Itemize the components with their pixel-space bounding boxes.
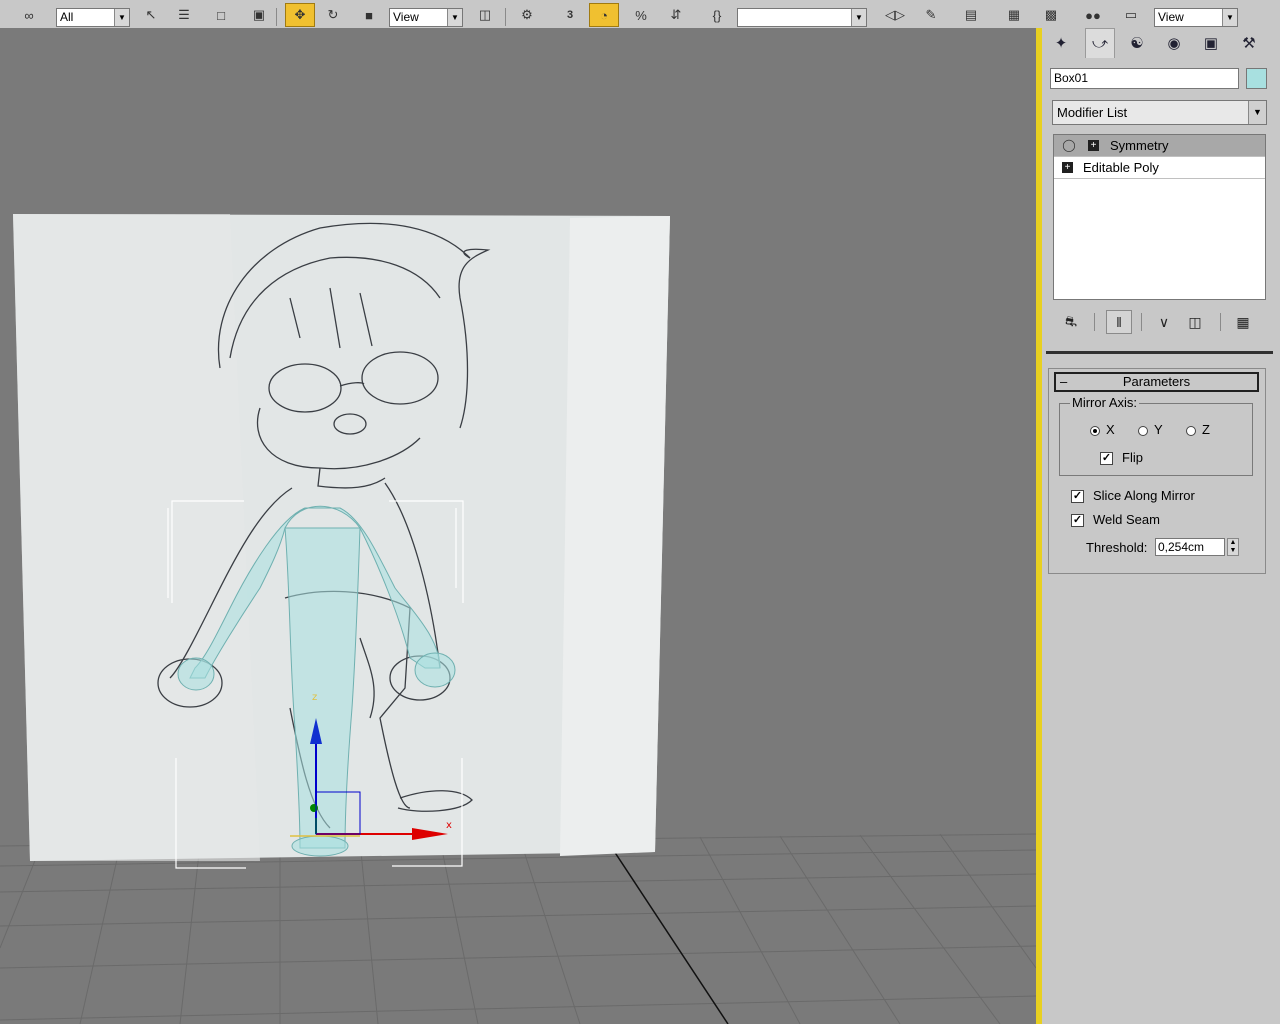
select-and-link-icon[interactable]: ∞ <box>18 4 40 26</box>
slice-along-mirror-checkbox[interactable]: ✓ <box>1071 490 1084 503</box>
align-icon[interactable]: ✎ <box>920 4 942 26</box>
modify-tab-icon[interactable]: ⤻ <box>1085 28 1115 58</box>
chevron-down-icon: ▼ <box>447 9 462 26</box>
toolbar-separator <box>276 8 277 26</box>
main-toolbar: ∞ All ▼ ↖ ☰ □ ▣ ✥ ↻ ■ View ▼ ◫ ⚙ 3 ◔ % ⇵… <box>0 0 1280 29</box>
chevron-down-icon: ▼ <box>1222 9 1237 26</box>
svg-text:x: x <box>446 820 452 831</box>
pin-stack-icon[interactable]: ⛐ <box>1058 310 1084 334</box>
expand-icon[interactable]: + <box>1062 162 1073 173</box>
weld-seam-checkbox[interactable]: ✓ <box>1071 514 1084 527</box>
weld-seam-label: Weld Seam <box>1093 512 1160 527</box>
threshold-field[interactable]: 0,254cm <box>1155 538 1225 556</box>
perspective-viewport[interactable]: x z <box>0 28 1036 1024</box>
toolbar-separator <box>505 8 506 26</box>
stack-item-editable-poly[interactable]: + Editable Poly <box>1054 157 1265 179</box>
edit-named-selections-icon[interactable]: {} <box>706 4 728 26</box>
select-and-rotate-icon[interactable]: ↻ <box>322 4 344 26</box>
chevron-down-icon: ▼ <box>1248 101 1266 124</box>
named-selection-dropdown[interactable]: ▼ <box>737 8 867 27</box>
select-object-icon[interactable]: ↖ <box>140 4 162 26</box>
axis-x-radio[interactable] <box>1090 426 1100 436</box>
material-editor-icon[interactable]: ●● <box>1082 4 1104 26</box>
stack-item-label: Editable Poly <box>1083 160 1159 175</box>
modifier-stack: ◯ + Symmetry + Editable Poly <box>1053 134 1266 300</box>
chevron-down-icon: ▼ <box>851 9 866 26</box>
svg-text:z: z <box>312 692 317 703</box>
percent-snap-icon[interactable]: % <box>630 4 652 26</box>
render-type-value: View <box>1158 10 1184 24</box>
mirror-icon[interactable]: ◁▷ <box>884 4 906 26</box>
window-crossing-icon[interactable]: ▣ <box>248 4 270 26</box>
pivot-center-icon[interactable]: ◫ <box>474 4 496 26</box>
selection-filter-value: All <box>60 10 74 24</box>
snaps-toggle-icon[interactable]: 3 <box>557 4 583 26</box>
viewport-scene: x z <box>0 214 1036 1024</box>
panel-divider <box>1046 351 1273 354</box>
modifier-list-dropdown[interactable]: Modifier List ▼ <box>1052 100 1267 125</box>
chevron-down-icon: ▼ <box>114 9 129 26</box>
reference-coordinate-dropdown[interactable]: View ▼ <box>389 8 463 27</box>
motion-tab-icon[interactable]: ◉ <box>1159 28 1189 58</box>
parameters-rollout-header[interactable]: – Parameters <box>1054 372 1259 392</box>
command-panel: ✦ ⤻ ☯ ◉ ▣ ⚒ Box01 Modifier List ▼ ◯ + Sy… <box>1042 28 1280 1024</box>
remove-modifier-icon[interactable]: ◫ <box>1182 310 1208 334</box>
toolbar-separator <box>1141 313 1142 331</box>
show-end-result-icon[interactable]: ‖ <box>1106 310 1132 334</box>
mirror-axis-label: Mirror Axis: <box>1070 395 1139 410</box>
reference-coordinate-value: View <box>393 10 419 24</box>
select-by-name-icon[interactable]: ☰ <box>173 4 195 26</box>
select-and-scale-icon[interactable]: ■ <box>358 4 380 26</box>
rectangular-selection-icon[interactable]: □ <box>210 4 232 26</box>
axis-y-label: Y <box>1154 422 1163 437</box>
angle-snap-label: 3 <box>566 9 574 21</box>
modifier-list-label: Modifier List <box>1057 105 1128 120</box>
threshold-spinner[interactable]: ▲ ▼ <box>1227 538 1239 556</box>
utilities-tab-icon[interactable]: ⚒ <box>1234 28 1264 58</box>
light-bulb-icon[interactable]: ◯ <box>1062 138 1076 153</box>
object-color-swatch[interactable] <box>1246 68 1267 89</box>
select-and-move-icon[interactable]: ✥ <box>285 3 315 27</box>
expand-icon[interactable]: + <box>1088 140 1099 151</box>
home-grid <box>0 833 1036 1024</box>
spinner-snap-icon[interactable]: ⇵ <box>665 4 687 26</box>
layer-manager-icon[interactable]: ▤ <box>960 4 982 26</box>
axis-x-label: X <box>1106 422 1115 437</box>
axis-z-label: Z <box>1202 422 1210 437</box>
axis-z-radio[interactable] <box>1186 426 1196 436</box>
stack-item-label: Symmetry <box>1110 138 1169 153</box>
axis-y-radio[interactable] <box>1138 426 1148 436</box>
grid-axis-line <box>611 847 729 1024</box>
object-name-field[interactable]: Box01 <box>1050 68 1239 89</box>
mirror-axis-group: Mirror Axis: X Y Z ✓ Flip <box>1059 395 1253 476</box>
manipulate-icon[interactable]: ⚙ <box>516 4 538 26</box>
flip-checkbox[interactable]: ✓ <box>1100 452 1113 465</box>
toolbar-separator <box>1220 313 1221 331</box>
render-setup-icon[interactable]: ▭ <box>1120 4 1142 26</box>
make-unique-icon[interactable]: ∨ <box>1151 310 1177 334</box>
display-tab-icon[interactable]: ▣ <box>1196 28 1226 58</box>
selection-filter-dropdown[interactable]: All ▼ <box>56 8 130 27</box>
rollout-title: Parameters <box>1122 374 1191 389</box>
render-type-dropdown[interactable]: View ▼ <box>1154 8 1238 27</box>
toolbar-separator <box>1094 313 1095 331</box>
stack-item-symmetry[interactable]: ◯ + Symmetry <box>1054 135 1265 157</box>
hierarchy-tab-icon[interactable]: ☯ <box>1122 28 1152 58</box>
parameters-rollout: – Parameters Mirror Axis: X Y Z ✓ Flip ✓… <box>1048 368 1266 574</box>
curve-editor-icon[interactable]: ▦ <box>1003 4 1025 26</box>
configure-modifier-sets-icon[interactable]: ▦ <box>1230 310 1256 334</box>
angle-snap-icon[interactable]: ◔ <box>589 3 619 27</box>
slice-along-mirror-label: Slice Along Mirror <box>1093 488 1195 503</box>
flip-label: Flip <box>1122 450 1143 465</box>
threshold-label: Threshold: <box>1086 540 1148 555</box>
stack-toolbar: ⛐ ‖ ∨ ◫ ▦ <box>1052 310 1272 334</box>
collapse-icon: – <box>1060 374 1068 389</box>
create-tab-icon[interactable]: ✦ <box>1046 28 1076 58</box>
schematic-view-icon[interactable]: ▩ <box>1040 4 1062 26</box>
